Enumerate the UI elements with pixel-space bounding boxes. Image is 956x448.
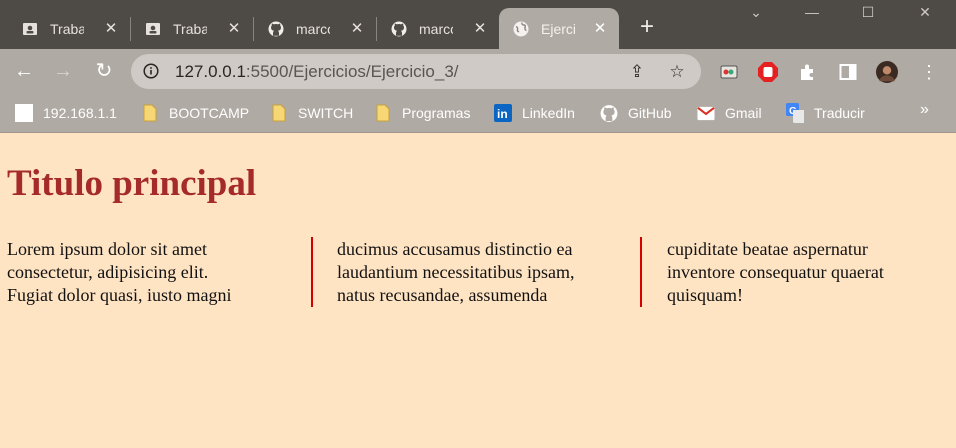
- close-window-icon[interactable]: ✕: [910, 4, 940, 28]
- page-title: Titulo principal: [7, 163, 257, 204]
- gmail-icon: [697, 104, 715, 122]
- page-icon: [15, 104, 33, 122]
- more-bookmarks-icon[interactable]: »: [920, 101, 929, 119]
- tab-ejercicio-active[interactable]: Ejercicio ✕: [499, 8, 619, 49]
- url-host: 127.0.0.1: [175, 62, 246, 81]
- text-column-3: cupiditate beatae aspernatur inventore c…: [667, 238, 947, 307]
- bookmark-gmail[interactable]: Gmail: [697, 103, 762, 123]
- new-tab-icon[interactable]: +: [636, 15, 658, 39]
- column-line: ducimus accusamus distinctio ea: [337, 239, 573, 259]
- minimize-icon[interactable]: —: [797, 4, 827, 28]
- side-panel-icon[interactable]: [837, 61, 859, 83]
- close-icon[interactable]: ✕: [471, 19, 489, 37]
- column-line: inventore consequatur quaerat: [667, 262, 884, 282]
- bookmark-switch[interactable]: SWITCH: [270, 103, 353, 123]
- folder-icon: [270, 104, 288, 122]
- close-icon[interactable]: ✕: [225, 19, 243, 37]
- bookmark-192[interactable]: 192.168.1.1: [15, 103, 117, 123]
- close-icon[interactable]: ✕: [348, 19, 366, 37]
- avatar[interactable]: [876, 61, 898, 83]
- bookmark-label: Traducir: [814, 105, 865, 121]
- menu-icon[interactable]: ⋮: [918, 61, 940, 83]
- github-icon: [600, 104, 618, 122]
- bookmark-github[interactable]: GitHub: [600, 103, 672, 123]
- bookmarks-bar: 192.168.1.1 BOOTCAMP SWITCH Programas in…: [0, 95, 956, 133]
- text-column-1: Lorem ipsum dolor sit amet consectetur, …: [7, 238, 287, 307]
- info-icon[interactable]: [143, 63, 159, 79]
- column-line: cupiditate beatae aspernatur: [667, 239, 868, 259]
- close-icon[interactable]: ✕: [591, 19, 609, 37]
- bookmark-label: Gmail: [725, 105, 762, 121]
- close-icon[interactable]: ✕: [102, 19, 120, 37]
- classroom-icon: [145, 21, 161, 37]
- reload-icon[interactable]: ↻: [92, 59, 116, 83]
- column-line: Fugiat dolor quasi, iusto magni: [7, 285, 232, 305]
- bookmark-programas[interactable]: Programas: [374, 103, 470, 123]
- share-icon[interactable]: ⇪: [627, 62, 647, 82]
- tab-title: marcos: [419, 20, 453, 37]
- tab-strip: Trabajo ✕ Trabajo ✕ marcos ✕ marcos ✕ Ej…: [0, 0, 956, 49]
- bookmark-linkedin[interactable]: in LinkedIn: [494, 103, 575, 123]
- bookmark-bootcamp[interactable]: BOOTCAMP: [141, 103, 249, 123]
- translate-icon: G: [786, 103, 804, 123]
- url-text: 127.0.0.1:5500/Ejercicios/Ejercicio_3/: [175, 62, 459, 82]
- forward-icon[interactable]: →: [51, 59, 75, 83]
- tab-title: Trabajo: [50, 20, 84, 37]
- folder-icon: [141, 104, 159, 122]
- adblock-icon[interactable]: [757, 61, 779, 83]
- bookmark-label: Programas: [402, 105, 471, 121]
- page-content: Titulo principal Lorem ipsum dolor sit a…: [0, 133, 956, 448]
- column-line: quisquam!: [667, 285, 743, 305]
- tab-trabajo-1[interactable]: Trabajo ✕: [8, 8, 130, 49]
- column-line: consectetur, adipisicing elit.: [7, 262, 209, 282]
- tab-title: Ejercicio: [541, 20, 575, 37]
- column-line: natus recusandae, assumenda: [337, 285, 548, 305]
- cast-icon[interactable]: [718, 61, 740, 83]
- bookmark-label: SWITCH: [298, 105, 354, 121]
- globe-icon: [513, 21, 529, 37]
- column-rule: [311, 237, 313, 307]
- github-icon: [268, 21, 284, 37]
- tab-github-2[interactable]: marcos ✕: [377, 8, 499, 49]
- folder-icon: [374, 104, 392, 122]
- bookmark-label: GitHub: [628, 105, 672, 121]
- tab-trabajo-2[interactable]: Trabajo ✕: [131, 8, 253, 49]
- bookmark-label: 192.168.1.1: [43, 105, 117, 121]
- browser-toolbar: ← → ↻ 127.0.0.1:5500/Ejercicios/Ejercici…: [0, 49, 956, 95]
- url-path: :5500/Ejercicios/Ejercicio_3/: [245, 62, 459, 81]
- tab-title: Trabajo: [173, 20, 207, 37]
- classroom-icon: [22, 21, 38, 37]
- github-icon: [391, 21, 407, 37]
- svg-text:in: in: [497, 107, 508, 121]
- text-column-2: ducimus accusamus distinctio ea laudanti…: [337, 238, 617, 307]
- bookmark-label: BOOTCAMP: [169, 105, 250, 121]
- bookmark-label: LinkedIn: [522, 105, 575, 121]
- back-icon[interactable]: ←: [12, 59, 36, 83]
- tab-github-1[interactable]: marcos ✕: [254, 8, 376, 49]
- column-rule: [640, 237, 642, 307]
- linkedin-icon: in: [494, 104, 512, 122]
- star-icon[interactable]: ☆: [667, 62, 687, 82]
- chevron-down-icon[interactable]: ⌄: [741, 4, 771, 28]
- puzzle-icon[interactable]: [797, 61, 819, 83]
- bookmark-traducir[interactable]: G Traducir: [786, 103, 865, 123]
- column-line: Lorem ipsum dolor sit amet: [7, 239, 207, 259]
- column-line: laudantium necessitatibus ipsam,: [337, 262, 575, 282]
- address-bar[interactable]: 127.0.0.1:5500/Ejercicios/Ejercicio_3/ ⇪…: [131, 54, 701, 89]
- tab-title: marcos: [296, 20, 330, 37]
- maximize-icon[interactable]: ☐: [853, 4, 883, 28]
